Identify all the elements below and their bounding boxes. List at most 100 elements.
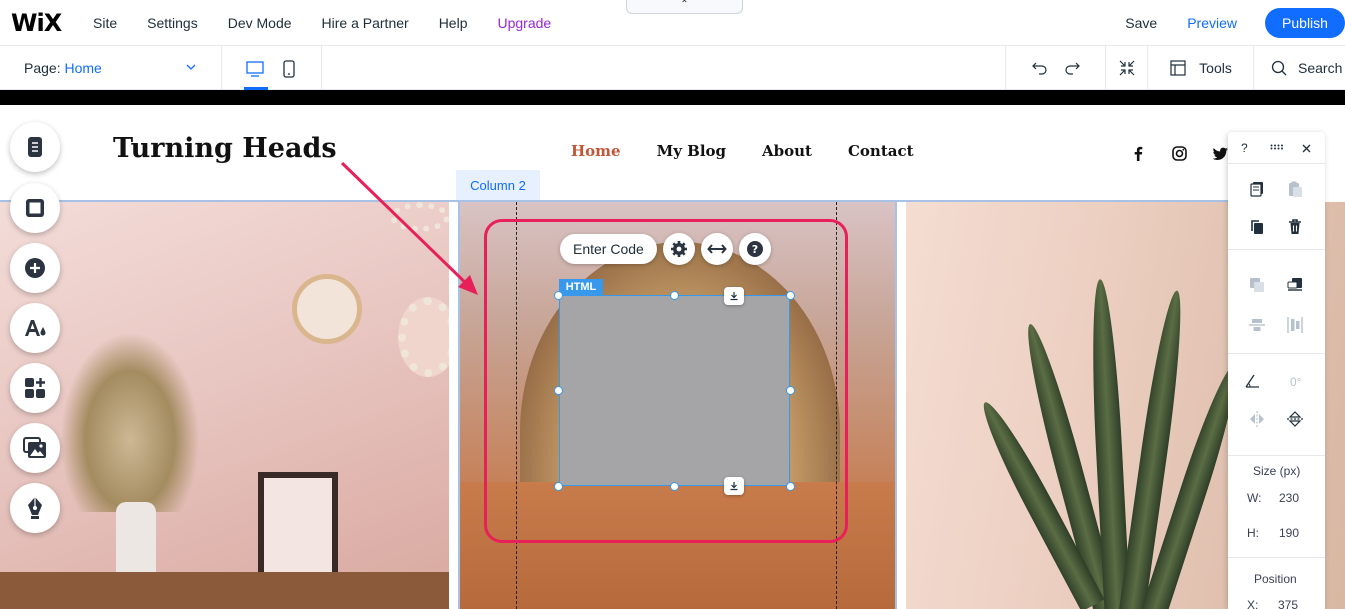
zoom-out-button[interactable]	[1105, 46, 1147, 90]
rotation-value[interactable]: 0°	[1290, 375, 1301, 389]
height-label: H:	[1247, 526, 1259, 540]
media-button[interactable]	[10, 423, 60, 473]
stretch-button[interactable]	[700, 233, 733, 265]
menu-hire-a-partner[interactable]: Hire a Partner	[307, 15, 424, 31]
zoom-out-icon	[1119, 60, 1134, 76]
macrame-mirror	[398, 297, 449, 377]
settings-button[interactable]	[662, 233, 695, 265]
theme-icon	[25, 320, 46, 336]
inspector-panel: ? 0° Size (px) W: 230 H: 190 Position X:…	[1228, 132, 1325, 609]
resize-handle-bottom-left[interactable]	[554, 482, 563, 491]
chevron-down-icon	[186, 64, 196, 70]
help-icon[interactable]: ?	[1241, 141, 1248, 155]
facebook-icon[interactable]	[1130, 145, 1147, 162]
element-floating-toolbar: Enter Code ?	[560, 233, 771, 265]
desktop-icon[interactable]	[244, 58, 266, 80]
menu-dev-mode[interactable]: Dev Mode	[213, 15, 307, 31]
rotate-angle-icon	[1245, 374, 1259, 388]
x-input[interactable]: 375	[1278, 598, 1298, 609]
editor-canvas[interactable]: Turning Heads Home My Blog About Contact…	[0, 105, 1345, 609]
enter-code-button[interactable]: Enter Code	[560, 234, 657, 264]
tools-button[interactable]: Tools	[1147, 46, 1253, 90]
svg-text:?: ?	[752, 243, 758, 256]
height-input[interactable]: 190	[1279, 526, 1299, 540]
pen-icon	[28, 497, 42, 519]
site-navigation[interactable]: Home My Blog About Contact	[571, 142, 914, 160]
toolbar-right: Tools Search	[1005, 46, 1345, 90]
download-icon	[730, 292, 738, 301]
collapse-toolbar-button[interactable]: ⌃	[626, 0, 743, 14]
theme-manager-button[interactable]	[10, 303, 60, 353]
arrange-back-icon	[1250, 278, 1264, 292]
html-embed-element[interactable]	[559, 295, 790, 486]
publish-button[interactable]: Publish	[1265, 8, 1345, 38]
paste-icon	[1289, 181, 1302, 197]
site-nav-home[interactable]: Home	[571, 142, 621, 160]
position-section: Position X: 375	[1228, 558, 1325, 609]
resize-handle-top[interactable]	[670, 291, 679, 300]
search-label: Search	[1298, 60, 1343, 76]
pages-button[interactable]	[10, 122, 60, 172]
resize-handle-bottom[interactable]	[670, 482, 679, 491]
arrange-front-icon[interactable]	[1286, 276, 1304, 294]
resize-handle-right[interactable]	[786, 386, 795, 395]
editor-toolbar: Page: Home Tools Search	[0, 46, 1345, 90]
blog-button[interactable]	[10, 483, 60, 533]
menu-help[interactable]: Help	[424, 15, 483, 31]
save-button[interactable]: Save	[1125, 15, 1157, 31]
site-top-strip	[0, 90, 1345, 105]
mobile-icon[interactable]	[278, 58, 300, 80]
annotation-arrow	[340, 161, 478, 295]
help-button[interactable]: ?	[738, 233, 771, 265]
drag-handle-top[interactable]	[724, 287, 744, 305]
page-value: Home	[64, 60, 102, 76]
drag-handle-bottom[interactable]	[724, 477, 744, 495]
gear-icon	[670, 241, 687, 257]
resize-handle-top-left[interactable]	[554, 291, 563, 300]
picture-frame	[258, 472, 338, 582]
distribute-icon	[1287, 317, 1303, 333]
menu-upgrade[interactable]: Upgrade	[482, 15, 566, 31]
dried-flowers	[60, 332, 200, 512]
close-icon[interactable]	[1302, 144, 1311, 153]
top-bar: WiX Site Settings Dev Mode Hire a Partne…	[0, 0, 1345, 46]
add-apps-button[interactable]	[10, 363, 60, 413]
apps-icon	[25, 378, 45, 398]
align-icon	[1249, 319, 1265, 331]
tools-icon	[1170, 60, 1186, 76]
background-button[interactable]	[10, 183, 60, 233]
menu-site[interactable]: Site	[78, 15, 132, 31]
vase	[116, 502, 156, 582]
drag-handle-icon[interactable]	[1270, 144, 1284, 150]
media-icon	[23, 437, 46, 458]
redo-icon[interactable]	[1063, 59, 1081, 77]
page-label: Page: Home	[24, 60, 102, 76]
resize-handle-bottom-right[interactable]	[786, 482, 795, 491]
copy-icon[interactable]	[1248, 180, 1266, 198]
site-title[interactable]: Turning Heads	[113, 133, 337, 164]
social-bar[interactable]	[1130, 145, 1229, 162]
desk	[0, 572, 449, 609]
site-nav-my-blog[interactable]: My Blog	[657, 142, 726, 160]
resize-handle-top-right[interactable]	[786, 291, 795, 300]
site-nav-contact[interactable]: Contact	[848, 142, 914, 160]
site-nav-about[interactable]: About	[762, 142, 812, 160]
html-element-tag: HTML	[559, 279, 603, 295]
delete-icon[interactable]	[1286, 218, 1304, 236]
page-selector[interactable]: Page: Home	[0, 46, 222, 90]
plus-icon	[25, 258, 45, 278]
resize-handle-left[interactable]	[554, 386, 563, 395]
undo-icon[interactable]	[1031, 59, 1049, 77]
preview-button[interactable]: Preview	[1187, 15, 1237, 31]
width-input[interactable]: 230	[1279, 491, 1299, 505]
search-button[interactable]: Search	[1253, 46, 1345, 90]
top-menu: Site Settings Dev Mode Hire a Partner He…	[78, 0, 566, 46]
menu-settings[interactable]: Settings	[132, 15, 213, 31]
add-elements-button[interactable]	[10, 243, 60, 293]
tools-label: Tools	[1199, 60, 1232, 76]
instagram-icon[interactable]	[1171, 145, 1188, 162]
wix-logo[interactable]: WiX	[11, 9, 62, 37]
background-icon	[26, 199, 44, 217]
duplicate-icon[interactable]	[1248, 218, 1266, 236]
twitter-icon[interactable]	[1212, 145, 1229, 162]
